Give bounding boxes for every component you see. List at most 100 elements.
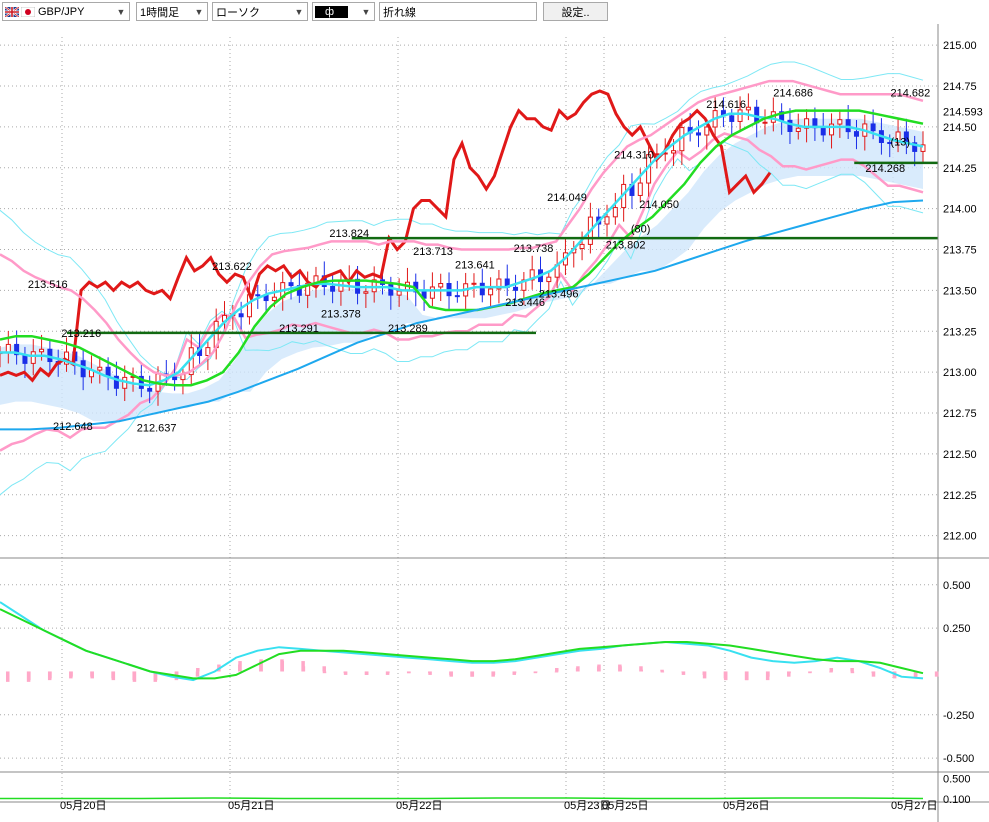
- bottom-indicator-line: [0, 797, 924, 800]
- date-tick-label: 05月22日: [396, 800, 442, 812]
- symbol-select[interactable]: GBP/JPY ▼: [2, 2, 130, 21]
- price-annotation: (13): [891, 137, 911, 149]
- chart-type-select[interactable]: ローソク ▼: [212, 2, 308, 21]
- oscillator-y-axis: 0.500 0.250 -0.250 -0.500: [943, 580, 974, 765]
- gb-flag-icon: [4, 5, 20, 18]
- histogram-bar: [850, 668, 854, 672]
- price-annotation: 213.289: [388, 323, 428, 335]
- histogram-bar: [787, 671, 791, 674]
- histogram-bar: [702, 671, 707, 679]
- histogram-bar: [48, 671, 52, 679]
- osc-tick-label: -0.500: [943, 753, 974, 765]
- indicator-select[interactable]: ф ▼: [312, 2, 375, 21]
- histogram-bar: [280, 661, 285, 672]
- histogram-bar: [90, 671, 94, 679]
- line-type-field[interactable]: 折れ線: [379, 2, 537, 21]
- histogram-bar: [491, 671, 496, 675]
- candle-body: [546, 276, 552, 283]
- candle-body: [438, 283, 444, 288]
- histogram-bar: [322, 666, 326, 672]
- candle-body: [30, 351, 36, 364]
- histogram-bar: [555, 668, 559, 672]
- price-annotation: 213.802: [606, 240, 646, 252]
- candle-body: [795, 127, 801, 132]
- indicator-label: ф: [315, 5, 349, 18]
- candle-body: [255, 294, 261, 297]
- current-price-label: 214.593: [943, 107, 983, 119]
- candle-body: [429, 286, 435, 299]
- histogram-bar: [850, 671, 855, 674]
- bottom-indicator-plot: 0.500 0.100: [0, 774, 971, 806]
- candle-body: [745, 106, 751, 111]
- histogram-bar: [195, 671, 200, 677]
- price-tick-label: 212.50: [943, 449, 977, 461]
- settings-button[interactable]: 設定..: [543, 2, 608, 21]
- histogram-bar: [533, 671, 538, 673]
- price-annotation: 212.637: [137, 423, 177, 435]
- price-tick-label: 213.75: [943, 245, 977, 257]
- price-annotation: 214.050: [639, 199, 679, 211]
- price-annotation: 214.682: [891, 88, 931, 100]
- price-annotation: 213.738: [514, 243, 554, 255]
- candle-body: [288, 282, 294, 287]
- toolbar: GBP/JPY ▼ 1時間足 ▼ ローソク ▼ ф ▼ 折れ線 設定..: [0, 0, 989, 24]
- osc-tick-label: -0.250: [943, 710, 974, 722]
- histogram-bar: [470, 671, 475, 677]
- histogram-bar: [322, 671, 327, 674]
- candle-body: [762, 121, 768, 124]
- histogram-bar: [428, 671, 432, 675]
- chevron-down-icon: ▼: [294, 6, 304, 17]
- price-tick-label: 212.25: [943, 490, 977, 502]
- oscillator-plot: [0, 601, 939, 682]
- chevron-down-icon: ▼: [361, 6, 371, 17]
- histogram-bar: [6, 671, 10, 682]
- candle-body: [870, 123, 876, 132]
- date-tick-label: 05月27日: [891, 800, 937, 812]
- jp-flag-icon: [20, 6, 36, 17]
- histogram-bar: [364, 671, 369, 675]
- histogram-bar: [407, 671, 411, 674]
- histogram-bar: [301, 666, 306, 672]
- osc-tick-label: 0.250: [943, 623, 971, 635]
- histogram-bar: [829, 671, 833, 673]
- histogram-bar: [723, 671, 728, 681]
- price-tick-label: 214.00: [943, 204, 977, 216]
- bottom-tick-label: 0.500: [943, 774, 971, 786]
- signal-line: [0, 608, 924, 680]
- date-tick-label: 05月25日: [602, 800, 648, 812]
- chevron-down-icon: ▼: [194, 6, 204, 17]
- histogram-bar: [618, 666, 622, 672]
- price-annotation: 213.622: [212, 261, 252, 273]
- candle-body: [388, 283, 394, 296]
- histogram-bar: [871, 671, 876, 677]
- price-annotation: 213.516: [28, 279, 68, 291]
- price-annotation: 213.216: [61, 328, 101, 340]
- bb-lower-3-line: [0, 141, 924, 496]
- chevron-down-icon: ▼: [116, 6, 126, 17]
- histogram-bar: [934, 671, 939, 677]
- candle-body: [488, 288, 494, 296]
- price-annotation: 213.713: [413, 246, 453, 258]
- price-annotation: (80): [631, 223, 651, 235]
- candle-body: [479, 282, 485, 296]
- price-tick-label: 213.00: [943, 367, 977, 379]
- date-tick-label: 05月20日: [60, 800, 106, 812]
- candle-body: [205, 347, 211, 356]
- price-annotation: 213.291: [279, 323, 319, 335]
- candle-body: [612, 207, 618, 218]
- bottom-tick-label: 0.100: [943, 794, 971, 806]
- price-tick-label: 214.25: [943, 163, 977, 175]
- histogram-bar: [660, 669, 664, 672]
- interval-select[interactable]: 1時間足 ▼: [136, 2, 208, 21]
- histogram-bar: [449, 671, 453, 677]
- histogram-bar: [745, 671, 749, 681]
- candle-body: [695, 132, 701, 136]
- price-annotation: 213.641: [455, 259, 495, 271]
- histogram-bar: [69, 671, 73, 677]
- candle-body: [80, 360, 86, 378]
- date-tick-label: 05月26日: [723, 800, 769, 812]
- candle-body: [787, 119, 793, 132]
- oscillator-grid: [0, 584, 938, 759]
- candle-body: [671, 150, 677, 154]
- candle-body: [39, 348, 45, 353]
